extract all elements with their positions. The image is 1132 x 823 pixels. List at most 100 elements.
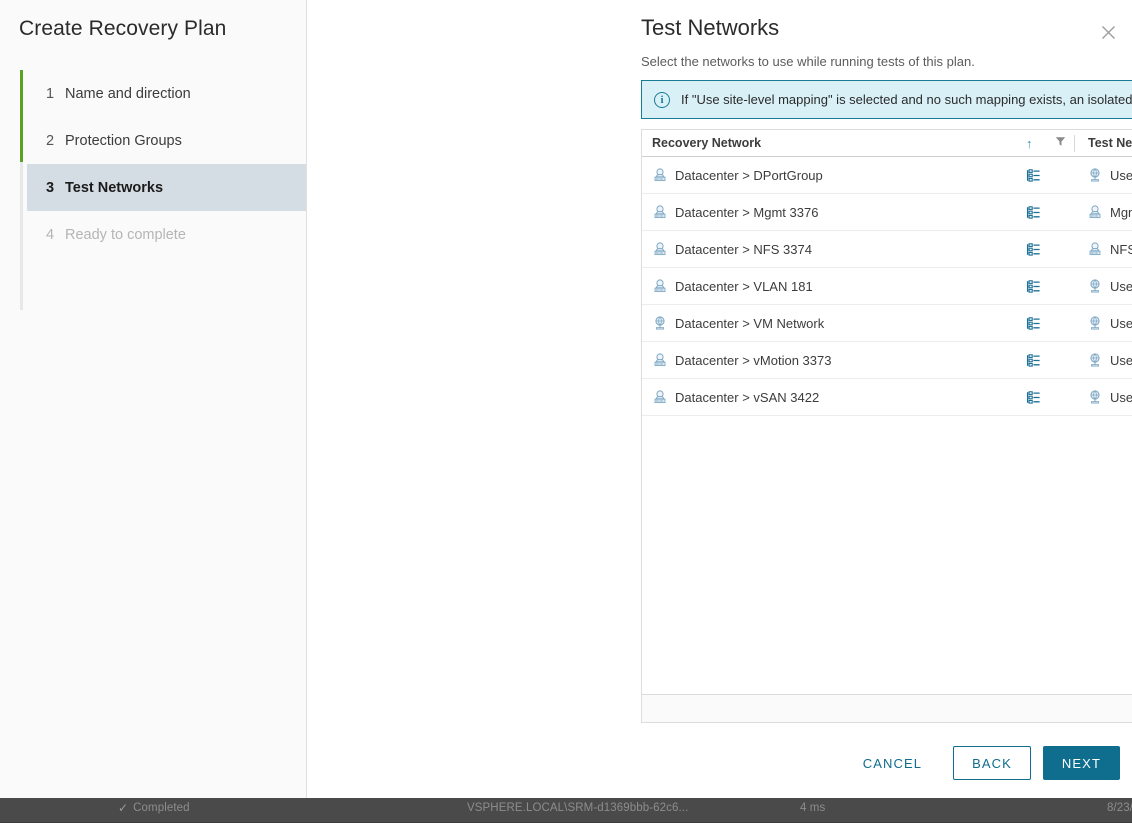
step-label: Protection Groups bbox=[65, 133, 182, 149]
network-globe-icon bbox=[1087, 315, 1103, 331]
network-list-icon bbox=[1026, 316, 1041, 331]
distributed-port-group-icon bbox=[652, 389, 668, 405]
network-globe-icon bbox=[1087, 352, 1103, 368]
step-label: Test Networks bbox=[65, 180, 163, 196]
dialog-content: Test Networks Select the networks to use… bbox=[307, 0, 1132, 798]
task-user: VSPHERE.LOCAL\SRM-d1369bbb-62c6... bbox=[467, 802, 688, 814]
distributed-port-group-icon bbox=[652, 278, 668, 294]
network-globe-icon bbox=[1087, 167, 1103, 183]
step-label: Ready to complete bbox=[65, 227, 186, 243]
datagrid-body: Datacenter > DPortGroup Use site-level ma… bbox=[642, 157, 1132, 694]
info-circle-icon: i bbox=[654, 92, 670, 108]
network-list-icon bbox=[1026, 353, 1041, 368]
recovery-network-list-icon-cell bbox=[1026, 168, 1074, 183]
network-globe-icon bbox=[652, 315, 668, 331]
step-number: 1 bbox=[46, 86, 65, 102]
task-status: ✓ Completed bbox=[118, 801, 190, 815]
recovery-network-label: Datacenter > NFS 3374 bbox=[675, 242, 812, 257]
table-row[interactable]: Datacenter > DPortGroup Use site-level ma… bbox=[642, 157, 1132, 194]
datagrid-footer: 7 network(s) bbox=[642, 694, 1132, 722]
network-list-icon bbox=[1026, 205, 1041, 220]
recovery-network-label: Datacenter > Mgmt 3376 bbox=[675, 205, 818, 220]
table-row[interactable]: Datacenter > Mgmt 3376Mgmt 3376CHANGE bbox=[642, 194, 1132, 231]
test-network-label: Use site-level mapping bbox=[1110, 279, 1132, 294]
column-header-recovery-network[interactable]: Recovery Network bbox=[642, 136, 1026, 150]
column-header-label: Recovery Network bbox=[652, 136, 761, 150]
page-title: Test Networks bbox=[641, 15, 779, 41]
table-row[interactable]: Datacenter > vSAN 3422 Use site-level map… bbox=[642, 379, 1132, 416]
cell-test-network: Use site-level mapping bbox=[1074, 315, 1132, 331]
distributed-port-group-icon bbox=[652, 167, 668, 183]
step-number: 4 bbox=[46, 227, 65, 243]
network-list-icon bbox=[1026, 279, 1041, 294]
test-network-label: Mgmt 3376 bbox=[1110, 205, 1132, 220]
task-duration: 4 ms bbox=[800, 802, 825, 814]
sidebar-item-test-networks[interactable]: 3 Test Networks bbox=[27, 164, 306, 211]
dialog-title: Create Recovery Plan bbox=[19, 17, 226, 41]
next-button[interactable]: NEXT bbox=[1043, 746, 1120, 780]
network-list-icon bbox=[1026, 242, 1041, 257]
table-row[interactable]: Datacenter > VM Network Use site-level ma… bbox=[642, 305, 1132, 342]
filter-funnel-icon[interactable] bbox=[1055, 136, 1066, 150]
cell-test-network: Use site-level mapping bbox=[1074, 389, 1132, 405]
wizard-progress-completed bbox=[20, 70, 23, 162]
create-recovery-plan-dialog: Create Recovery Plan 1 Name and directio… bbox=[0, 0, 1132, 798]
recovery-network-list-icon-cell bbox=[1026, 390, 1074, 405]
recovery-network-list-icon-cell bbox=[1026, 205, 1074, 220]
cell-test-network: Use site-level mapping bbox=[1074, 352, 1132, 368]
close-icon[interactable] bbox=[1096, 20, 1120, 44]
table-row[interactable]: Datacenter > vMotion 3373 Use site-level … bbox=[642, 342, 1132, 379]
check-icon: ✓ bbox=[118, 801, 128, 815]
wizard-progress-rail bbox=[20, 70, 23, 310]
recovery-network-label: Datacenter > DPortGroup bbox=[675, 168, 823, 183]
distributed-port-group-icon bbox=[1087, 204, 1103, 220]
cell-recovery-network: Datacenter > VM Network bbox=[642, 315, 1026, 331]
back-button[interactable]: BACK bbox=[953, 746, 1031, 780]
distributed-port-group-icon bbox=[1087, 241, 1103, 257]
cell-recovery-network: Datacenter > Mgmt 3376 bbox=[642, 204, 1026, 220]
table-row[interactable]: Datacenter > VLAN 181 Use site-level mapp… bbox=[642, 268, 1132, 305]
step-number: 3 bbox=[46, 180, 65, 196]
cell-test-network: Use site-level mapping bbox=[1074, 278, 1132, 294]
cell-recovery-network: Datacenter > VLAN 181 bbox=[642, 278, 1026, 294]
sidebar-item-protection-groups[interactable]: 2 Protection Groups bbox=[27, 117, 306, 164]
recovery-network-list-icon-cell bbox=[1026, 279, 1074, 294]
distributed-port-group-icon bbox=[652, 204, 668, 220]
test-network-label: Use site-level mapping bbox=[1110, 168, 1132, 183]
column-header-label: Test Network bbox=[1088, 136, 1132, 150]
table-row[interactable]: Datacenter > NFS 3374NFS 3374CHANGE bbox=[642, 231, 1132, 268]
sort-ascending-arrow-icon[interactable]: ↑ bbox=[1026, 136, 1033, 151]
task-status-label: Completed bbox=[133, 802, 190, 814]
recovery-network-list-icon-cell bbox=[1026, 242, 1074, 257]
column-header-tools: ↑ bbox=[1026, 136, 1074, 151]
networks-datagrid: Recovery Network ↑ Test Network Datacent… bbox=[641, 129, 1132, 723]
network-globe-icon bbox=[1087, 278, 1103, 294]
step-number: 2 bbox=[46, 133, 65, 149]
info-alert-text: If "Use site-level mapping" is selected … bbox=[681, 92, 1132, 107]
distributed-port-group-icon bbox=[652, 241, 668, 257]
recovery-network-list-icon-cell bbox=[1026, 353, 1074, 368]
wizard-step-list: 1 Name and direction 2 Protection Groups… bbox=[27, 70, 306, 258]
cell-recovery-network: Datacenter > vMotion 3373 bbox=[642, 352, 1026, 368]
task-start-time: 8/23/24 11:47:25 PM bbox=[1107, 802, 1132, 814]
recovery-network-label: Datacenter > VM Network bbox=[675, 316, 824, 331]
recovery-network-label: Datacenter > vSAN 3422 bbox=[675, 390, 819, 405]
distributed-port-group-icon bbox=[652, 352, 668, 368]
recovery-network-label: Datacenter > vMotion 3373 bbox=[675, 353, 831, 368]
network-list-icon bbox=[1026, 168, 1041, 183]
recovery-network-list-icon-cell bbox=[1026, 316, 1074, 331]
cell-recovery-network: Datacenter > NFS 3374 bbox=[642, 241, 1026, 257]
datagrid-header-row: Recovery Network ↑ Test Network bbox=[642, 130, 1132, 157]
test-network-label: NFS 3374 bbox=[1110, 242, 1132, 257]
wizard-steps-pane: Create Recovery Plan 1 Name and directio… bbox=[0, 0, 307, 798]
cancel-button[interactable]: CANCEL bbox=[844, 746, 941, 780]
dialog-footer: CANCEL BACK NEXT bbox=[844, 746, 1120, 780]
network-list-icon bbox=[1026, 390, 1041, 405]
page-subtitle: Select the networks to use while running… bbox=[641, 54, 975, 69]
sidebar-item-ready-to-complete: 4 Ready to complete bbox=[27, 211, 306, 258]
cell-test-network: Mgmt 3376 bbox=[1074, 204, 1132, 220]
step-label: Name and direction bbox=[65, 86, 191, 102]
sidebar-item-name-and-direction[interactable]: 1 Name and direction bbox=[27, 70, 306, 117]
column-header-test-network[interactable]: Test Network bbox=[1075, 136, 1132, 150]
test-network-label: Use site-level mapping bbox=[1110, 353, 1132, 368]
